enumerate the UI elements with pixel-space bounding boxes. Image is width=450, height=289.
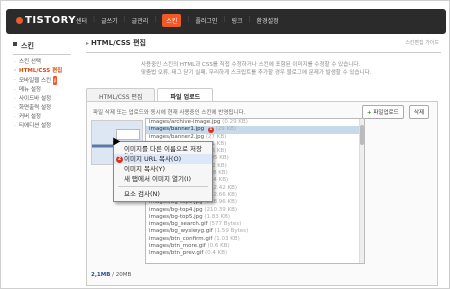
file-name: images/bg-top5.jpg bbox=[149, 213, 203, 220]
file-size: (1.83 KB) bbox=[204, 213, 231, 220]
file-row[interactable]: images/banner1.jpg 1 (29 KB) bbox=[146, 126, 364, 134]
skin-guide-link[interactable]: 스킨편집 가이드 bbox=[405, 39, 439, 46]
file-name: images/btn_confirm.gif bbox=[149, 235, 213, 242]
context-menu: 이미지를 다른 이름으로 저장(V)...2이미지 URL 복사(O)이미지 복… bbox=[113, 141, 213, 202]
sidebar-item-label: 티에디션 설정 bbox=[19, 123, 52, 129]
delete-button[interactable]: 삭제 bbox=[409, 105, 430, 119]
file-name: images/banner1.jpg bbox=[149, 126, 205, 133]
context-menu-item[interactable]: 이미지를 다른 이름으로 저장(V)... bbox=[114, 144, 212, 159]
file-row[interactable]: images/bg-top5.jpg (1.83 KB) bbox=[146, 214, 364, 221]
nav-item[interactable]: 스킨 bbox=[162, 14, 182, 27]
scrollbar-thumb[interactable] bbox=[360, 125, 364, 145]
nav-separator: | bbox=[187, 16, 190, 23]
sidebar-list: 스킨 선택HTML/CSS 편집모바일웹 스킨 β메뉴 설정사이드바 설정화면출… bbox=[13, 58, 71, 131]
sidebar-item-label: 메뉴 설정 bbox=[19, 87, 41, 93]
sidebar-item[interactable]: 커버 설정 bbox=[13, 113, 71, 122]
file-row[interactable]: images/bg_wysiwyg.gif (1.59 Bytes) bbox=[146, 228, 364, 235]
beta-badge: β bbox=[52, 76, 58, 85]
panel-info: 파일 삭제 또는 업로드와 동시에 현재 사용중인 스킨에 반영됩니다. bbox=[93, 110, 246, 116]
logo[interactable]: TISTORY bbox=[16, 15, 76, 26]
step-marker: 2 bbox=[116, 156, 123, 163]
storage-usage: 2,1MB / 20MB bbox=[91, 272, 131, 278]
file-size: (27 KB) bbox=[205, 133, 227, 140]
nav-separator: | bbox=[93, 16, 96, 23]
sidebar-title: 스킨 bbox=[13, 38, 71, 55]
file-row[interactable]: images/archive-image.jpg (0.29 KB) bbox=[146, 119, 364, 126]
file-row[interactable]: images/btn_confirm.gif (1.03 KB) bbox=[146, 236, 364, 243]
upload-button-label: 파일업로드 bbox=[373, 110, 399, 116]
sidebar-item-label: 모바일웹 스킨 bbox=[19, 78, 52, 84]
nav-item[interactable]: 센터 bbox=[76, 16, 87, 27]
file-row[interactable]: images/banner2.jpg (27 KB) bbox=[146, 134, 364, 141]
nav-menu: 센터 | 글쓰기 | 글관리 | 스킨 | 플러그인 | 링크 | 환경설정 bbox=[76, 14, 279, 27]
nav-item[interactable]: 링크 bbox=[231, 16, 242, 27]
file-size: (0.29 KB) bbox=[222, 119, 248, 125]
file-name: images/btn_prev.gif bbox=[149, 250, 204, 257]
file-size: (1.59 Bytes) bbox=[214, 228, 249, 235]
nav-separator: | bbox=[248, 16, 251, 23]
sidebar-item[interactable]: 스킨 선택 bbox=[13, 58, 71, 67]
nav-separator: | bbox=[154, 16, 157, 23]
page-title-text: HTML/CSS 편집 bbox=[91, 39, 146, 47]
window: TISTORY 센터 | 글쓰기 | 글관리 | 스킨 | 플러그인 | 링크 | 환경설정 스킨 스킨… bbox=[0, 0, 450, 289]
file-size: (0.6 KB) bbox=[207, 243, 230, 250]
file-size: (29 KB) bbox=[215, 126, 237, 133]
nav-separator: | bbox=[223, 16, 226, 23]
context-menu-label: 요소 검사(N) bbox=[124, 189, 160, 198]
context-menu-label: 이미지 복사(Y) bbox=[124, 164, 166, 173]
plus-icon: + bbox=[367, 110, 372, 116]
usage-used: 2,1MB bbox=[91, 272, 111, 278]
context-menu-item[interactable]: 새 탭에서 이미지 열기(I) bbox=[114, 174, 212, 184]
sidebar-item[interactable]: 티에디션 설정 bbox=[13, 122, 71, 131]
file-size: (577 Bytes) bbox=[209, 221, 242, 228]
sidebar-item[interactable]: 모바일웹 스킨 β bbox=[13, 76, 71, 86]
file-size: (0.4 KB) bbox=[205, 250, 228, 257]
sidebar: 스킨 스킨 선택HTML/CSS 편집모바일웹 스킨 β메뉴 설정사이드바 설정… bbox=[13, 38, 71, 131]
file-row[interactable]: images/bg_search.gif (577 Bytes) bbox=[146, 221, 364, 228]
sidebar-item[interactable]: HTML/CSS 편집 bbox=[13, 67, 71, 76]
file-name: images/bg_search.gif bbox=[149, 221, 208, 228]
description-line: 사용중인 스킨의 HTML과 CSS를 직접 수정하거나 스킨에 포함된 이미지… bbox=[141, 62, 361, 68]
nav-item[interactable]: 환경설정 bbox=[257, 16, 279, 27]
sidebar-item[interactable]: 메뉴 설정 bbox=[13, 86, 71, 95]
file-name: images/banner2.jpg bbox=[149, 133, 205, 140]
description-line: 맞춤법 오류, 태그 닫기 실패, 무리하게 스크립트를 추가할 경우 블로그에… bbox=[141, 70, 372, 76]
context-menu-label: 새 탭에서 이미지 열기(I) bbox=[124, 174, 192, 183]
top-nav: TISTORY 센터 | 글쓰기 | 글관리 | 스킨 | 플러그인 | 링크 | 환경설정 bbox=[6, 9, 446, 34]
nav-item[interactable]: 글쓰기 bbox=[101, 16, 118, 27]
file-name: images/archive-image.jpg bbox=[149, 119, 221, 125]
usage-total: / 20MB bbox=[112, 272, 132, 278]
file-row[interactable]: images/btn_prev.gif (0.4 KB) bbox=[146, 250, 364, 257]
sidebar-item-label: 스킨 선택 bbox=[19, 59, 41, 65]
sidebar-item-label: 커버 설정 bbox=[19, 114, 41, 120]
file-name: images/bg-top4.jpg bbox=[149, 206, 203, 213]
context-menu-item[interactable]: 2 이미지 URL 복사(O) bbox=[114, 154, 212, 164]
sidebar-item[interactable]: 사이드바 설정 bbox=[13, 95, 71, 104]
sidebar-item-label: 사이드바 설정 bbox=[19, 96, 52, 102]
logo-dot-icon bbox=[16, 17, 23, 24]
upload-button[interactable]: + 파일업로드 bbox=[362, 105, 404, 119]
file-name: images/btn_more.gif bbox=[149, 243, 206, 250]
file-size: (210.39 KB) bbox=[204, 206, 238, 213]
sidebar-item[interactable]: 화면출력 설정 bbox=[13, 104, 71, 113]
page-title: HTML/CSS 편집 스킨편집 가이드 bbox=[86, 38, 441, 53]
sidebar-item-label: 화면출력 설정 bbox=[19, 105, 52, 111]
nav-item[interactable]: 글관리 bbox=[132, 16, 149, 27]
sidebar-item-label: HTML/CSS 편집 bbox=[19, 68, 63, 74]
context-menu-item[interactable]: 요소 검사(N) bbox=[114, 189, 212, 199]
nav-separator: | bbox=[123, 16, 126, 23]
context-menu-label: 이미지 URL 복사(O) bbox=[124, 154, 182, 163]
file-row[interactable]: images/bg-top4.jpg (210.39 KB) bbox=[146, 207, 364, 214]
step-marker: 1 bbox=[207, 127, 214, 134]
file-size: (1.03 KB) bbox=[214, 235, 240, 242]
logo-text: TISTORY bbox=[25, 15, 76, 26]
file-list-scrollbar[interactable] bbox=[359, 119, 364, 263]
file-name: images/bg_wysiwyg.gif bbox=[149, 228, 213, 235]
page-description: 사용중인 스킨의 HTML과 CSS를 직접 수정하거나 스킨에 포함된 이미지… bbox=[86, 61, 441, 77]
file-row[interactable]: images/btn_more.gif (0.6 KB) bbox=[146, 243, 364, 250]
context-menu-item[interactable]: 이미지 복사(Y) bbox=[114, 164, 212, 174]
nav-item[interactable]: 플러그인 bbox=[195, 16, 217, 27]
menu-divider bbox=[118, 186, 208, 187]
